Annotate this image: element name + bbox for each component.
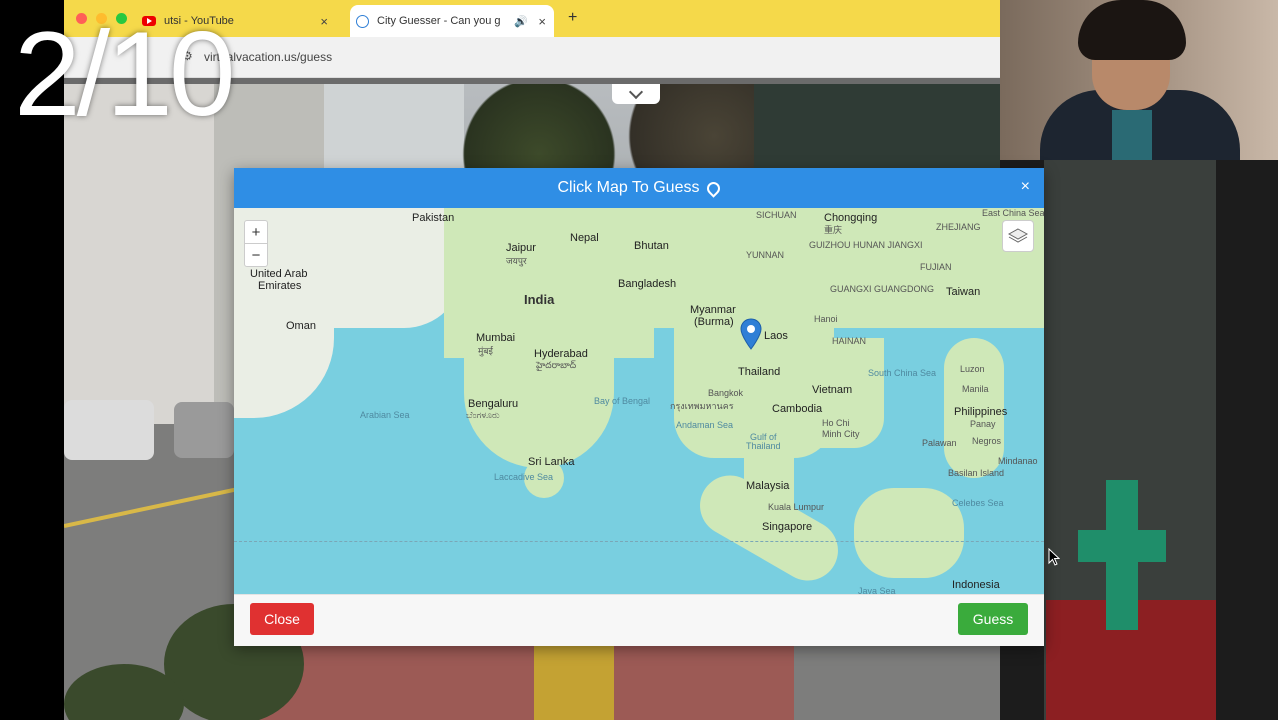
map-label: 重庆 (824, 225, 843, 235)
map-pin-icon (704, 178, 724, 198)
zoom-control: + − (244, 220, 268, 267)
zoom-out-button[interactable]: − (245, 244, 267, 266)
map-label: Mumbai (476, 332, 516, 344)
map-label: Laos (764, 330, 788, 342)
map-label: Luzon (960, 364, 985, 374)
map-label: GUANGXI GUANGDONG (830, 284, 935, 294)
close-tab-icon[interactable]: × (320, 14, 328, 29)
modal-close-icon[interactable]: × (1021, 178, 1030, 196)
map-label: Basilan Island (948, 468, 1005, 478)
map-label: (Burma) (694, 316, 734, 328)
map-label: Java Sea (858, 586, 896, 594)
map-label: Philippines (954, 406, 1008, 418)
map-label: मुंबई (478, 346, 493, 356)
map-label: Cambodia (772, 403, 823, 415)
map-label: Bhutan (634, 240, 669, 252)
person-shirt (1112, 110, 1152, 160)
tactile-paving (534, 644, 614, 720)
layers-button[interactable] (1002, 220, 1034, 252)
map-label: Mindanao (998, 456, 1038, 466)
map-label: Thailand (738, 366, 781, 378)
zoom-in-button[interactable]: + (245, 221, 267, 244)
map-label: Ho Chi (822, 418, 850, 428)
map-label: Nepal (570, 232, 599, 244)
map-label: Kuala Lumpur (768, 502, 825, 512)
webcam-feed (1000, 0, 1278, 160)
map-label: ZHEJIANG (936, 222, 981, 232)
map-label: Bangladesh (618, 278, 677, 290)
map-label: Jaipur (506, 242, 536, 254)
guess-map[interactable]: Pakistan SICHUAN Chongqing 重庆 ZHEJIANG E… (234, 208, 1044, 594)
map-label: Panay (970, 419, 996, 429)
map-label: Minh City (822, 429, 860, 439)
map-label: Oman (286, 320, 316, 332)
new-tab-button[interactable]: + (568, 9, 577, 27)
map-label: Hyderabad (534, 348, 588, 360)
map-label: FUJIAN (920, 262, 952, 272)
equator-line (234, 541, 1044, 542)
map-label: Myanmar (690, 304, 736, 316)
map-label: Bangkok (708, 388, 744, 398)
map-label: GUIZHOU HUNAN JIANGXI (809, 240, 923, 250)
modal-header: Click Map To Guess × (234, 168, 1044, 208)
map-label: กรุงเทพมหานคร (670, 401, 734, 411)
close-button[interactable]: Close (250, 603, 314, 635)
collapse-panel-button[interactable] (612, 84, 660, 104)
globe-icon (356, 14, 369, 28)
car (64, 400, 154, 460)
person-hair (1078, 0, 1186, 60)
map-label: Andaman Sea (676, 420, 734, 430)
map-label: Palawan (922, 438, 957, 448)
layers-icon (1008, 228, 1028, 243)
map-label: ಬೆಂಗಳೂರು (466, 410, 500, 420)
map-label: హైదరాబాద్ (536, 360, 577, 370)
map-label: Laccadive Sea (494, 472, 554, 482)
pharmacy-cross-icon (1078, 480, 1166, 630)
map-label: Vietnam (812, 384, 853, 396)
map-label: Negros (972, 436, 1002, 446)
speaker-icon[interactable]: 🔊 (514, 15, 528, 28)
map-label: Pakistan (412, 212, 455, 224)
guess-modal: Click Map To Guess × Pakistan SICHUAN Ch… (234, 168, 1044, 646)
map-label: United Arab (250, 268, 308, 280)
guess-button[interactable]: Guess (958, 603, 1028, 635)
map-label: Malaysia (746, 480, 790, 492)
round-counter: 2/10 (14, 7, 236, 141)
car (174, 402, 234, 458)
guess-marker-icon[interactable] (740, 318, 762, 355)
map-label: Singapore (762, 521, 813, 533)
modal-footer: Close Guess (234, 594, 1044, 646)
map-label: Hanoi (814, 314, 838, 324)
sidewalk (234, 644, 794, 720)
map-label: Thailand (746, 441, 781, 451)
map-label: Bengaluru (468, 398, 519, 410)
map-label: जयपुर (506, 256, 527, 266)
map-label: Taiwan (946, 286, 981, 298)
map-label: Indonesia (952, 579, 1000, 591)
map-label: SICHUAN (756, 210, 797, 220)
map-label: South China Sea (868, 368, 937, 378)
modal-title: Click Map To Guess (557, 179, 700, 196)
map-label: Emirates (258, 280, 302, 292)
map-label: YUNNAN (746, 250, 785, 260)
map-label: Manila (962, 384, 989, 394)
map-label: Sri Lanka (528, 456, 575, 468)
land-borneo (854, 488, 964, 578)
close-tab-icon[interactable]: × (538, 14, 546, 29)
tab-title: City Guesser - Can you g (377, 15, 501, 27)
map-label: HAINAN (832, 336, 867, 346)
map-label: India (524, 292, 555, 307)
map-label: East China Sea (982, 208, 1044, 218)
tab-city-guesser[interactable]: City Guesser - Can you g 🔊 × (350, 5, 554, 37)
mouse-cursor-icon (1048, 547, 1061, 571)
map-label: Arabian Sea (360, 410, 410, 420)
map-label: Celebes Sea (952, 498, 1004, 508)
chevron-down-icon (628, 84, 644, 100)
map-label: Bay of Bengal (594, 396, 651, 406)
